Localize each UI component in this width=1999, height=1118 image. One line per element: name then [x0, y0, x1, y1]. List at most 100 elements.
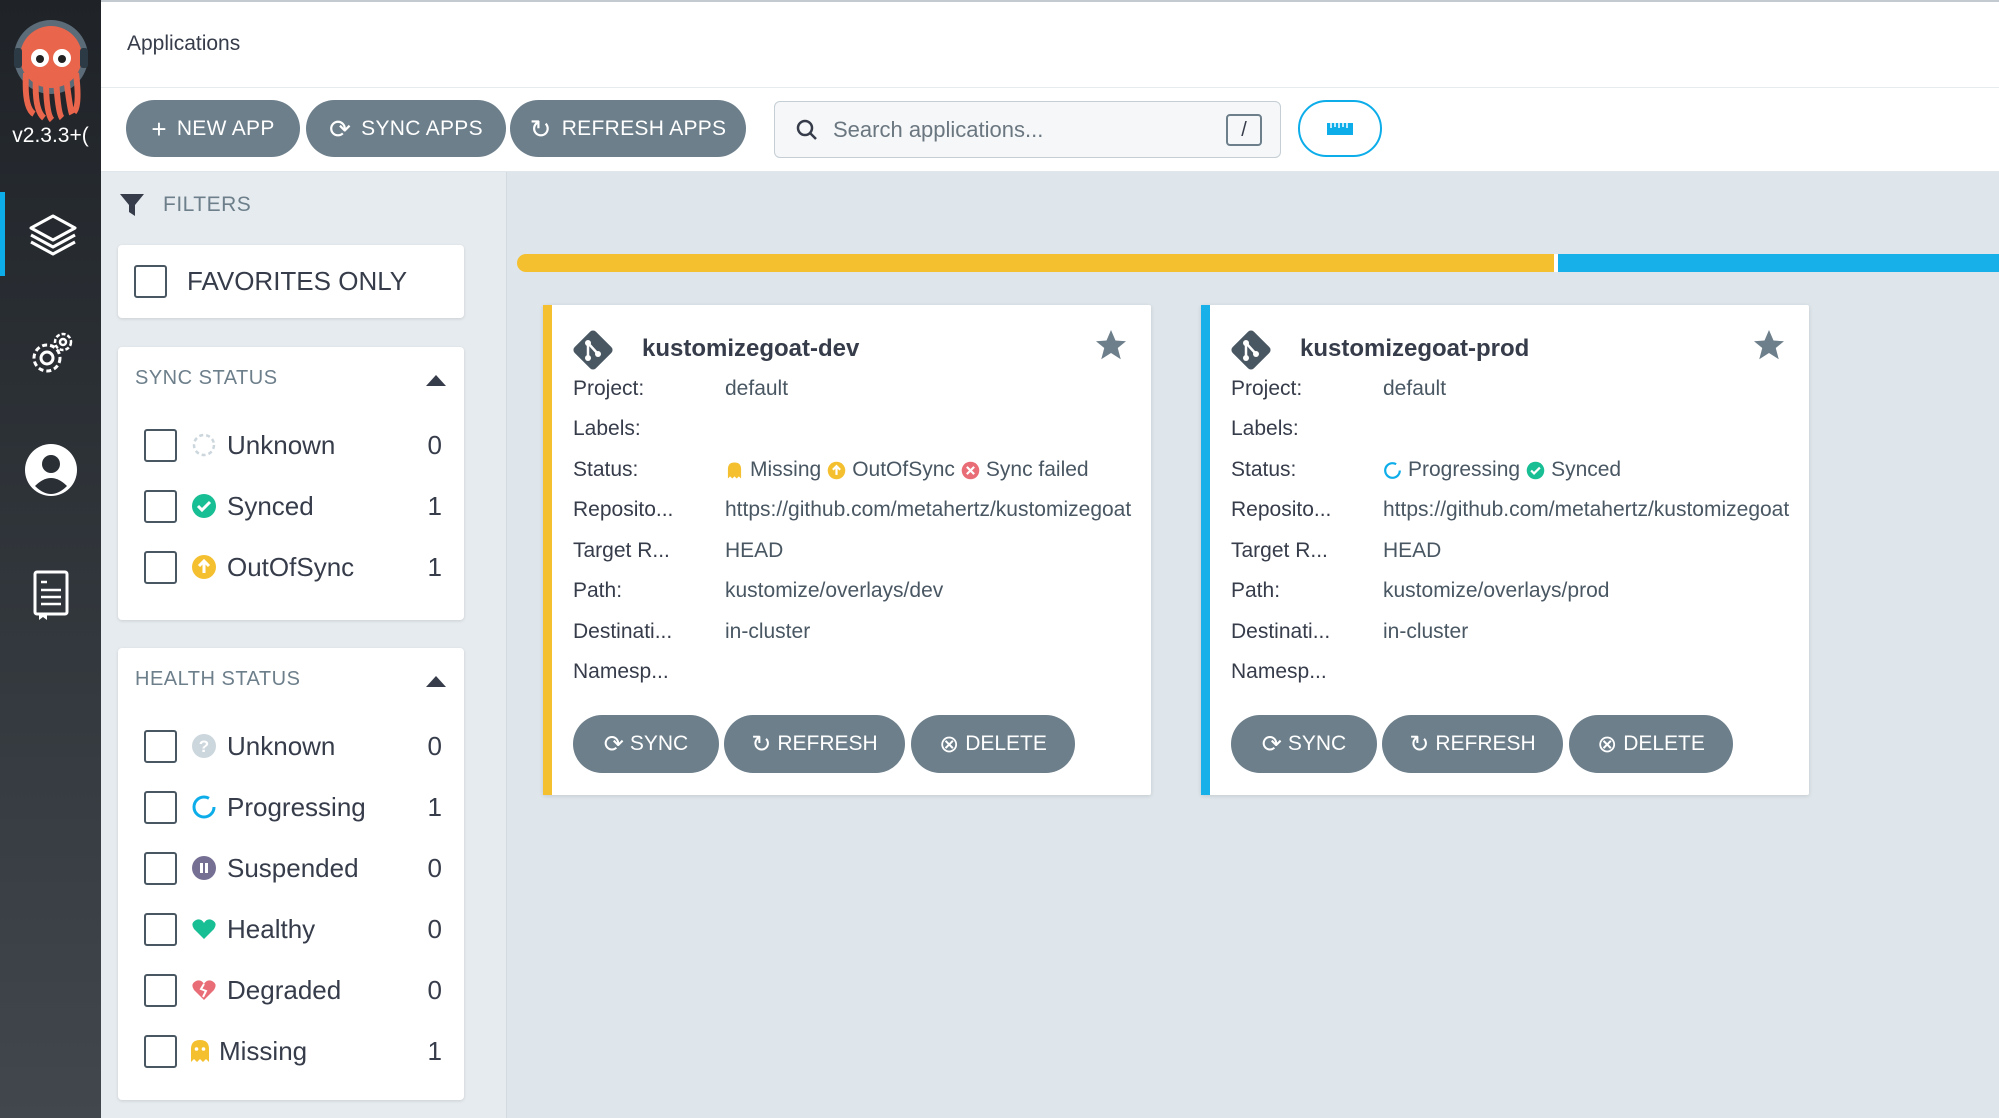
checkbox[interactable] [144, 912, 177, 946]
applications-area: kustomizegoat-dev Project: default Label… [507, 172, 1999, 1118]
unknown-circle-icon [191, 432, 217, 458]
status-sync-failed: Sync failed [985, 458, 1089, 481]
argo-logo[interactable] [12, 18, 90, 123]
refresh-button[interactable]: ↻ REFRESH [724, 715, 905, 773]
gears-icon [32, 332, 72, 373]
ruler-icon [1327, 122, 1353, 135]
filter-row-missing[interactable]: Missing 1 [144, 1031, 442, 1071]
filter-row-health-unknown[interactable]: ? Unknown 0 [144, 726, 442, 766]
search-input[interactable] [833, 116, 1213, 143]
page-title: Applications [127, 32, 241, 55]
refresh-button[interactable]: ↻ REFRESH [1382, 715, 1563, 773]
plus-icon: + [151, 113, 167, 144]
health-status-filter: HEALTH STATUS ? Unknown 0 Progressing 1 … [118, 648, 464, 1100]
progressing-segment [1558, 254, 1999, 272]
filter-row-sync-unknown[interactable]: Unknown 0 [144, 425, 442, 465]
question-circle-icon: ? [191, 733, 217, 759]
checkbox[interactable] [144, 851, 177, 885]
status-value: Progressing Synced [1383, 458, 1793, 482]
broken-heart-icon [191, 977, 217, 1003]
favorite-star-icon[interactable] [1751, 327, 1787, 363]
status-value: Missing OutOfSync Sync failed [725, 458, 1135, 482]
status-missing: Missing [750, 458, 822, 481]
layers-icon [29, 214, 77, 256]
top-bar: Applications [101, 0, 1999, 88]
git-icon [1231, 330, 1271, 370]
destination-value: in-cluster [725, 620, 811, 643]
filter-row-outofsync[interactable]: OutOfSync 1 [144, 547, 442, 587]
nav-docs[interactable] [0, 552, 101, 636]
app-card-kustomizegoat-dev[interactable]: kustomizegoat-dev Project: default Label… [543, 305, 1151, 795]
nav-applications[interactable] [0, 192, 101, 276]
missing-segment [517, 254, 1555, 272]
toolbar: + NEW APP ⟳ SYNC APPS ↻ REFRESH APPS / [101, 88, 1999, 172]
app-name[interactable]: kustomizegoat-dev [642, 335, 859, 363]
field-label-target: Target R... [1231, 539, 1328, 562]
heart-icon [191, 916, 217, 942]
project-value: default [1383, 377, 1447, 400]
svg-text:?: ? [199, 737, 209, 756]
filters-panel: FILTERS FAVORITES ONLY SYNC STATUS Unkno… [101, 172, 507, 1118]
collapse-caret-icon[interactable] [426, 676, 446, 687]
field-label-namespace: Namesp... [1231, 660, 1327, 683]
checkbox[interactable] [144, 790, 177, 824]
arrow-up-circle-icon [191, 554, 217, 580]
search-icon [796, 119, 817, 140]
version-label: v2.3.3+( [12, 124, 89, 147]
health-stripe [1201, 305, 1210, 795]
app-card-kustomizegoat-prod[interactable]: kustomizegoat-prod Project: default Labe… [1201, 305, 1809, 795]
sync-button[interactable]: ⟳ SYNC [1231, 715, 1377, 773]
filter-row-degraded[interactable]: Degraded 0 [144, 970, 442, 1010]
health-summary-bar [517, 254, 1999, 272]
checkbox[interactable] [144, 1034, 177, 1068]
delete-button[interactable]: ⊗ DELETE [911, 715, 1075, 773]
checkbox[interactable] [144, 973, 177, 1007]
spinner-icon [191, 794, 217, 820]
filter-row-suspended[interactable]: Suspended 0 [144, 848, 442, 888]
target-value: HEAD [725, 539, 784, 562]
filter-row-healthy[interactable]: Healthy 0 [144, 909, 442, 949]
app-name[interactable]: kustomizegoat-prod [1300, 335, 1529, 363]
repo-value: https://github.com/metahertz/kustomizego… [725, 498, 1132, 521]
field-label-project: Project: [573, 377, 645, 400]
sync-button[interactable]: ⟳ SYNC [573, 715, 719, 773]
sync-icon: ⟳ [1261, 730, 1282, 758]
filter-row-synced[interactable]: Synced 1 [144, 486, 442, 526]
field-label-status: Status: [1231, 458, 1297, 481]
checkbox[interactable] [144, 550, 177, 584]
sync-status-filter: SYNC STATUS Unknown 0 Synced 1 OutOfSync… [118, 347, 464, 620]
path-value: kustomize/overlays/dev [725, 579, 944, 602]
health-status-title: HEALTH STATUS [135, 668, 301, 690]
refresh-apps-button[interactable]: ↻ REFRESH APPS [510, 100, 746, 157]
favorites-checkbox[interactable] [134, 265, 167, 298]
repo-value: https://github.com/metahertz/kustomizego… [1383, 498, 1790, 521]
favorites-only-filter[interactable]: FAVORITES ONLY [118, 245, 464, 318]
field-label-repo: Reposito... [573, 498, 674, 521]
field-label-labels: Labels: [573, 417, 641, 440]
nav-settings[interactable] [0, 312, 101, 396]
field-label-destination: Destinati... [573, 620, 673, 643]
filters-header: FILTERS [119, 192, 251, 218]
checkbox[interactable] [144, 428, 177, 462]
sync-status-title: SYNC STATUS [135, 367, 278, 389]
new-app-button[interactable]: + NEW APP [126, 100, 300, 157]
delete-button[interactable]: ⊗ DELETE [1569, 715, 1733, 773]
checkbox[interactable] [144, 489, 177, 523]
pause-circle-icon [191, 855, 217, 881]
refresh-icon: ↻ [751, 730, 772, 758]
sync-apps-button[interactable]: ⟳ SYNC APPS [306, 100, 506, 157]
view-toggle-button[interactable] [1298, 100, 1382, 157]
delete-circle-icon: ⊗ [939, 730, 960, 758]
nav-user-info[interactable] [0, 428, 101, 512]
health-stripe [543, 305, 552, 795]
target-value: HEAD [1383, 539, 1442, 562]
field-label-status: Status: [573, 458, 639, 481]
collapse-caret-icon[interactable] [426, 375, 446, 386]
check-circle-icon [191, 493, 217, 519]
favorite-star-icon[interactable] [1093, 327, 1129, 363]
refresh-icon: ↻ [1409, 730, 1430, 758]
docs-icon [33, 570, 68, 620]
checkbox[interactable] [144, 729, 177, 763]
filter-row-progressing[interactable]: Progressing 1 [144, 787, 442, 827]
user-icon [24, 444, 77, 496]
